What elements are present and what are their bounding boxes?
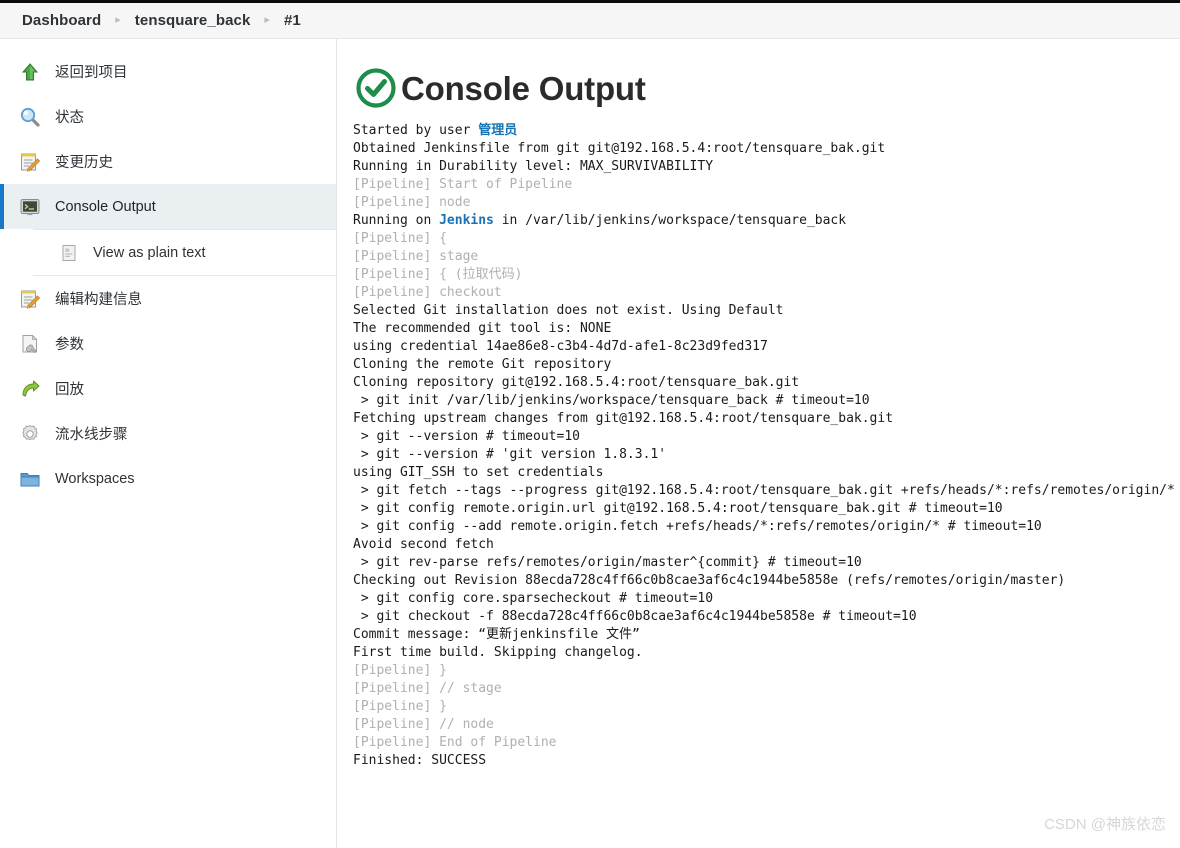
console-log-line: [Pipeline] } (353, 663, 447, 678)
sidebar-item-label: 参数 (55, 337, 84, 353)
replay-arrow-icon (18, 377, 42, 401)
sidebar-item-back-to-project[interactable]: 返回到项目 (0, 49, 336, 94)
sidebar-item-label: Console Output (55, 198, 156, 215)
console-log: Started by user 管理员 Obtained Jenkinsfile … (353, 122, 1180, 770)
breadcrumb-bar: Dashboard ▸ tensquare_back ▸ #1 (0, 3, 1180, 39)
main-content: Console Output Started by user 管理员 Obtain… (337, 39, 1180, 848)
console-log-link[interactable]: 管理员 (478, 123, 517, 138)
console-log-line: Commit message: “更新jenkinsfile 文件” (353, 627, 640, 642)
console-log-line: Started by user 管理员 (353, 123, 518, 138)
sidebar-subitem-label: View as plain text (93, 244, 206, 261)
gear-icon (18, 422, 42, 446)
console-log-line: Cloning repository git@192.168.5.4:root/… (353, 375, 800, 390)
sidebar-item-label: 状态 (55, 110, 84, 126)
console-log-line: Finished: SUCCESS (353, 753, 487, 768)
sidebar-item-workspaces[interactable]: Workspaces (0, 456, 336, 501)
document-wrench-icon (18, 332, 42, 356)
console-log-line: Cloning the remote Git repository (353, 357, 612, 372)
sidebar-item-edit-build-information[interactable]: 编辑构建信息 (0, 276, 336, 321)
sidebar-item-label: 流水线步骤 (55, 427, 128, 443)
console-log-line: Checking out Revision 88ecda728c4ff66c0b… (353, 573, 1066, 588)
breadcrumb-separator-icon: ▸ (115, 14, 121, 26)
console-log-line: [Pipeline] End of Pipeline (353, 735, 557, 750)
breadcrumb-separator-icon: ▸ (264, 14, 270, 26)
console-log-line: [Pipeline] Start of Pipeline (353, 177, 573, 192)
sidebar-item-label: 编辑构建信息 (55, 292, 142, 308)
watermark: CSDN @神族依恋 (1044, 816, 1166, 833)
success-check-icon (353, 65, 399, 111)
page-header: Console Output (353, 65, 1180, 111)
sidebar-item-status[interactable]: 状态 (0, 94, 336, 139)
console-log-line: Fetching upstream changes from git@192.1… (353, 411, 894, 426)
console-log-line: Obtained Jenkinsfile from git git@192.16… (353, 141, 886, 156)
breadcrumb-build[interactable]: #1 (284, 12, 301, 29)
sidebar: 返回到项目 状态 变更历史 Console Output View as pla… (0, 39, 337, 848)
plain-text-icon (58, 242, 80, 264)
console-log-line: using credential 14ae86e8-c3b4-4d7d-afe1… (353, 339, 768, 354)
magnifier-icon (18, 105, 42, 129)
console-log-line: [Pipeline] // node (353, 717, 494, 732)
sidebar-item-replay[interactable]: 回放 (0, 366, 336, 411)
console-log-line: [Pipeline] checkout (353, 285, 502, 300)
breadcrumb-dashboard[interactable]: Dashboard (22, 12, 101, 29)
breadcrumb-project[interactable]: tensquare_back (135, 12, 251, 29)
sidebar-item-view-as-plain-text[interactable]: View as plain text (33, 230, 336, 275)
console-log-line: [Pipeline] { (353, 231, 447, 246)
sidebar-item-change-history[interactable]: 变更历史 (0, 139, 336, 184)
sidebar-item-parameters[interactable]: 参数 (0, 321, 336, 366)
console-log-line: > git init /var/lib/jenkins/workspace/te… (353, 393, 870, 408)
console-log-line: The recommended git tool is: NONE (353, 321, 612, 336)
sidebar-item-label: 回放 (55, 382, 84, 398)
console-log-line: > git config remote.origin.url git@192.1… (353, 501, 1003, 516)
console-log-line: > git --version # 'git version 1.8.3.1' (353, 447, 667, 462)
console-log-line: using GIT_SSH to set credentials (353, 465, 604, 480)
terminal-icon (18, 195, 42, 219)
page-title: Console Output (401, 69, 646, 107)
sidebar-item-label: 变更历史 (55, 155, 113, 171)
console-log-line: [Pipeline] // stage (353, 681, 502, 696)
notepad-pencil-icon (18, 287, 42, 311)
sidebar-item-label: 返回到项目 (55, 65, 128, 81)
console-log-line: > git fetch --tags --progress git@192.16… (360, 483, 1175, 498)
console-log-line: [Pipeline] } (353, 699, 447, 714)
sidebar-subgroup: View as plain text (33, 229, 336, 276)
page-root: Dashboard ▸ tensquare_back ▸ #1 返回到项目 状态… (0, 0, 1180, 848)
console-log-line: Running in Durability level: MAX_SURVIVA… (353, 159, 714, 174)
sidebar-item-console-output[interactable]: Console Output (0, 184, 336, 229)
console-log-line: > git config core.sparsecheckout # timeo… (353, 591, 714, 606)
console-log-link[interactable]: Jenkins (439, 213, 494, 228)
console-log-line: [Pipeline] stage (353, 249, 479, 264)
console-log-line: Running on Jenkins in /var/lib/jenkins/w… (353, 213, 847, 228)
body-split: 返回到项目 状态 变更历史 Console Output View as pla… (0, 39, 1180, 848)
console-log-line: First time build. Skipping changelog. (353, 645, 643, 660)
notepad-pencil-icon (18, 150, 42, 174)
folder-icon (18, 467, 42, 491)
console-log-line: > git checkout -f 88ecda728c4ff66c0b8cae… (353, 609, 917, 624)
console-log-line: > git config --add remote.origin.fetch +… (353, 519, 1042, 534)
up-arrow-icon (18, 60, 42, 84)
console-log-line: > git rev-parse refs/remotes/origin/mast… (353, 555, 862, 570)
console-log-line: Selected Git installation does not exist… (353, 303, 784, 318)
console-log-line: > git --version # timeout=10 (353, 429, 580, 444)
console-log-line: [Pipeline] { (拉取代码) (353, 267, 523, 282)
console-log-line: [Pipeline] node (353, 195, 471, 210)
sidebar-item-pipeline-steps[interactable]: 流水线步骤 (0, 411, 336, 456)
console-log-line: Avoid second fetch (353, 537, 494, 552)
sidebar-item-label: Workspaces (55, 470, 135, 487)
